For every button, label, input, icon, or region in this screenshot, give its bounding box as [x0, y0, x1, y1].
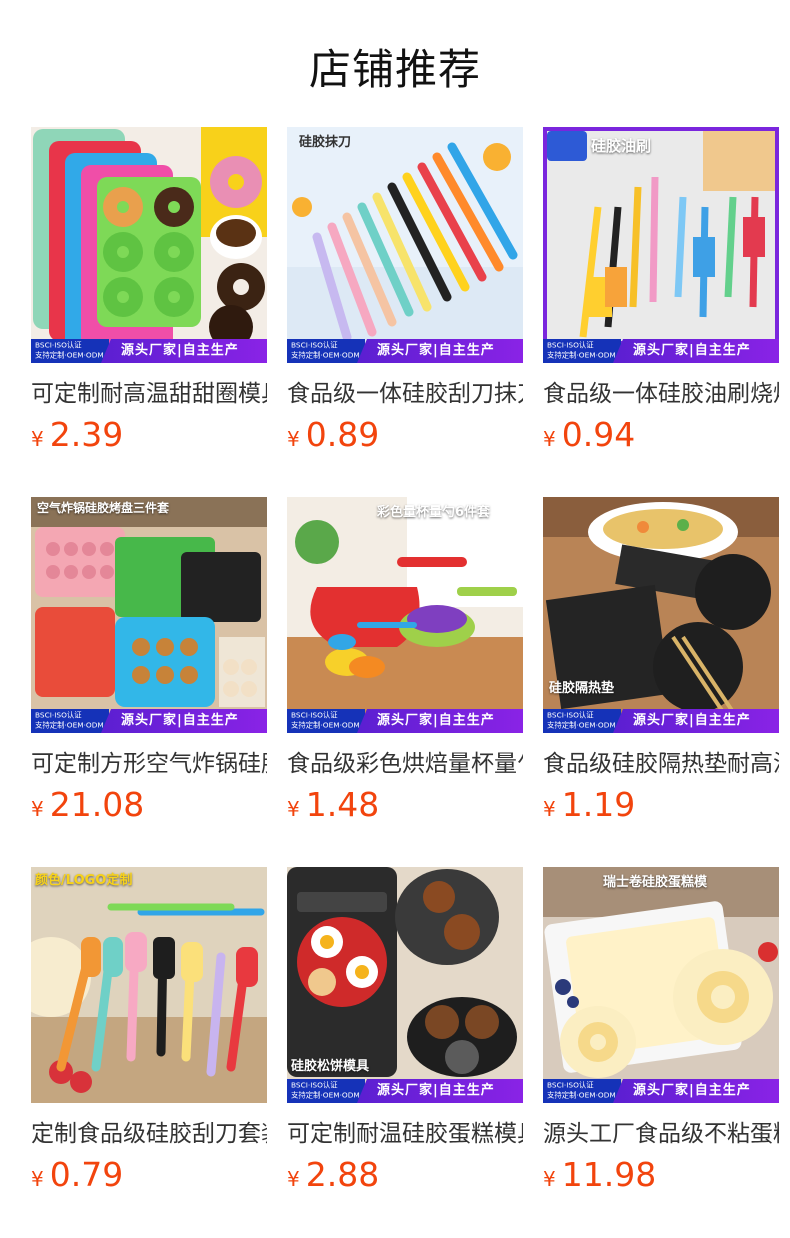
factory-slogan: 源头厂家|自主生产: [613, 339, 779, 363]
product-card[interactable]: 空气炸锅硅胶烤盘三件套 BSCI·ISO认证 支持定制·OEM·ODM 源头厂家…: [31, 497, 267, 867]
promo-banner: BSCI·ISO认证 支持定制·OEM·ODM 源头厂家|自主生产: [287, 1079, 523, 1103]
image-caption: 瑞士卷硅胶蛋糕模: [603, 875, 708, 890]
certification-label: BSCI·ISO认证 支持定制·OEM·ODM: [31, 709, 109, 733]
product-price: ¥1.48: [287, 785, 523, 831]
product-price: ¥2.39: [31, 415, 267, 461]
currency-symbol: ¥: [543, 797, 556, 821]
image-caption: 硅胶隔热垫: [549, 681, 615, 696]
price-value: 0.94: [561, 415, 636, 454]
product-price: ¥11.98: [543, 1155, 779, 1201]
product-name[interactable]: 可定制耐温硅胶蛋糕模具: [287, 1119, 523, 1149]
product-image[interactable]: 硅胶油刷 BSCI·ISO认证 支持定制·OEM·ODM 源头厂家|自主生产: [543, 127, 779, 363]
product-card[interactable]: 硅胶松饼模具 BSCI·ISO认证 支持定制·OEM·ODM 源头厂家|自主生产…: [287, 867, 523, 1237]
factory-slogan: 源头厂家|自主生产: [357, 339, 523, 363]
factory-slogan: 源头厂家|自主生产: [357, 1079, 523, 1103]
certification-label: BSCI·ISO认证 支持定制·OEM·ODM: [543, 339, 621, 363]
certification-label: BSCI·ISO认证 支持定制·OEM·ODM: [543, 1079, 621, 1103]
currency-symbol: ¥: [31, 797, 44, 821]
product-image[interactable]: 硅胶松饼模具 BSCI·ISO认证 支持定制·OEM·ODM 源头厂家|自主生产: [287, 867, 523, 1103]
page-title: 店铺推荐: [308, 45, 481, 94]
product-name[interactable]: 源头工厂食品级不粘蛋糕模: [543, 1119, 779, 1149]
product-image[interactable]: BSCI·ISO认证 支持定制·OEM·ODM 源头厂家|自主生产: [31, 127, 267, 363]
factory-slogan: 源头厂家|自主生产: [357, 709, 523, 733]
product-card[interactable]: 硅胶油刷 BSCI·ISO认证 支持定制·OEM·ODM 源头厂家|自主生产 食…: [543, 127, 779, 497]
image-caption: 硅胶松饼模具: [291, 1059, 370, 1074]
product-image[interactable]: 瑞士卷硅胶蛋糕模 BSCI·ISO认证 支持定制·OEM·ODM 源头厂家|自主…: [543, 867, 779, 1103]
product-price: ¥1.19: [543, 785, 779, 831]
factory-slogan: 源头厂家|自主生产: [101, 709, 267, 733]
product-price: ¥2.88: [287, 1155, 523, 1201]
certification-label: BSCI·ISO认证 支持定制·OEM·ODM: [287, 339, 365, 363]
product-price: ¥21.08: [31, 785, 267, 831]
factory-slogan: 源头厂家|自主生产: [101, 339, 267, 363]
product-image[interactable]: 颜色/LOGO定制: [31, 867, 267, 1103]
certification-label: BSCI·ISO认证 支持定制·OEM·ODM: [31, 339, 109, 363]
product-price: ¥0.79: [31, 1155, 267, 1201]
image-caption: 彩色量杯量勺6件套: [377, 505, 491, 520]
certification-label: BSCI·ISO认证 支持定制·OEM·ODM: [543, 709, 621, 733]
image-caption: 硅胶油刷: [591, 137, 652, 155]
product-price: ¥0.89: [287, 415, 523, 461]
factory-slogan: 源头厂家|自主生产: [613, 709, 779, 733]
product-name[interactable]: 可定制方形空气炸锅硅胶烤盘: [31, 749, 267, 779]
factory-slogan: 源头厂家|自主生产: [613, 1079, 779, 1103]
price-value: 2.88: [305, 1155, 380, 1194]
product-grid: BSCI·ISO认证 支持定制·OEM·ODM 源头厂家|自主生产 可定制耐高温…: [31, 127, 779, 1237]
currency-symbol: ¥: [543, 1167, 556, 1191]
product-card[interactable]: 彩色量杯量勺6件套 BSCI·ISO认证 支持定制·OEM·ODM 源头厂家|自…: [287, 497, 523, 867]
price-value: 2.39: [49, 415, 124, 454]
product-card[interactable]: BSCI·ISO认证 支持定制·OEM·ODM 源头厂家|自主生产 可定制耐高温…: [31, 127, 267, 497]
product-name[interactable]: 可定制耐高温甜甜圈模具: [31, 379, 267, 409]
product-image[interactable]: 空气炸锅硅胶烤盘三件套 BSCI·ISO认证 支持定制·OEM·ODM 源头厂家…: [31, 497, 267, 733]
price-value: 21.08: [49, 785, 145, 824]
certification-label: BSCI·ISO认证 支持定制·OEM·ODM: [287, 709, 365, 733]
product-name[interactable]: 食品级一体硅胶油刷烧烤刷: [543, 379, 779, 409]
promo-banner: BSCI·ISO认证 支持定制·OEM·ODM 源头厂家|自主生产: [543, 339, 779, 363]
currency-symbol: ¥: [287, 797, 300, 821]
promo-banner: BSCI·ISO认证 支持定制·OEM·ODM 源头厂家|自主生产: [287, 339, 523, 363]
promo-banner: BSCI·ISO认证 支持定制·OEM·ODM 源头厂家|自主生产: [31, 339, 267, 363]
product-card[interactable]: 瑞士卷硅胶蛋糕模 BSCI·ISO认证 支持定制·OEM·ODM 源头厂家|自主…: [543, 867, 779, 1237]
price-value: 0.79: [49, 1155, 124, 1194]
product-name[interactable]: 食品级彩色烘焙量杯量勺: [287, 749, 523, 779]
promo-banner: BSCI·ISO认证 支持定制·OEM·ODM 源头厂家|自主生产: [543, 1079, 779, 1103]
product-image[interactable]: 彩色量杯量勺6件套 BSCI·ISO认证 支持定制·OEM·ODM 源头厂家|自…: [287, 497, 523, 733]
product-image[interactable]: 硅胶抹刀 BSCI·ISO认证 支持定制·OEM·ODM 源头厂家|自主生产: [287, 127, 523, 363]
product-name[interactable]: 食品级硅胶隔热垫耐高温: [543, 749, 779, 779]
store-recommendations-page: 店铺推荐 BSCI·ISO认证 支持定制·OEM·ODM 源头厂家|自主生产 可…: [0, 0, 790, 1238]
promo-banner: BSCI·ISO认证 支持定制·OEM·ODM 源头厂家|自主生产: [543, 709, 779, 733]
image-caption: 硅胶抹刀: [299, 135, 352, 150]
price-value: 1.19: [561, 785, 636, 824]
image-caption: 空气炸锅硅胶烤盘三件套: [37, 501, 170, 515]
product-card[interactable]: 颜色/LOGO定制 定制食品级硅胶刮刀套装 ¥0.79: [31, 867, 267, 1237]
price-value: 0.89: [305, 415, 380, 454]
product-name[interactable]: 定制食品级硅胶刮刀套装: [31, 1119, 267, 1149]
currency-symbol: ¥: [543, 427, 556, 451]
price-value: 1.48: [305, 785, 380, 824]
promo-banner: BSCI·ISO认证 支持定制·OEM·ODM 源头厂家|自主生产: [31, 709, 267, 733]
product-card[interactable]: 硅胶隔热垫 BSCI·ISO认证 支持定制·OEM·ODM 源头厂家|自主生产 …: [543, 497, 779, 867]
product-card[interactable]: 硅胶抹刀 BSCI·ISO认证 支持定制·OEM·ODM 源头厂家|自主生产 食…: [287, 127, 523, 497]
currency-symbol: ¥: [287, 1167, 300, 1191]
certification-label: BSCI·ISO认证 支持定制·OEM·ODM: [287, 1079, 365, 1103]
product-name[interactable]: 食品级一体硅胶刮刀抹刀: [287, 379, 523, 409]
price-value: 11.98: [561, 1155, 657, 1194]
product-price: ¥0.94: [543, 415, 779, 461]
promo-banner: BSCI·ISO认证 支持定制·OEM·ODM 源头厂家|自主生产: [287, 709, 523, 733]
currency-symbol: ¥: [31, 427, 44, 451]
currency-symbol: ¥: [287, 427, 300, 451]
product-image[interactable]: 硅胶隔热垫 BSCI·ISO认证 支持定制·OEM·ODM 源头厂家|自主生产: [543, 497, 779, 733]
image-caption: 颜色/LOGO定制: [35, 873, 133, 888]
currency-symbol: ¥: [31, 1167, 44, 1191]
